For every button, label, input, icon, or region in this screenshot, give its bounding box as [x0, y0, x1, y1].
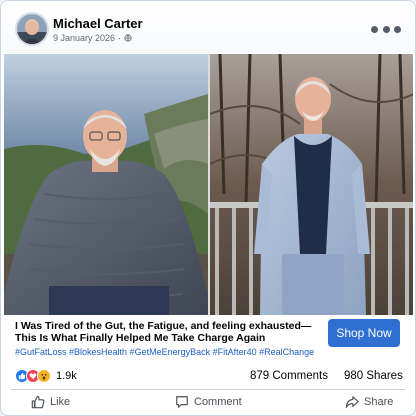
post-meta: 9 January 2026 · [53, 33, 132, 43]
post-card: Michael Carter 9 January 2026 · I Was Ti… [0, 0, 416, 416]
after-photo-illustration [209, 54, 413, 315]
avatar-image [17, 14, 47, 44]
more-dot [382, 25, 390, 33]
ad-headline[interactable]: I Was Tired of the Gut, the Fatigue, and… [15, 320, 315, 344]
divider [11, 389, 405, 390]
more-options-button[interactable] [371, 23, 401, 35]
before-photo [4, 54, 208, 315]
reactions-summary[interactable]: 1.9k [15, 369, 77, 383]
comment-button[interactable]: Comment [175, 392, 242, 412]
comment-label: Comment [194, 396, 242, 408]
post-actions: Like Comment Share [1, 391, 415, 413]
thumbs-up-icon [31, 395, 45, 409]
post-image[interactable] [4, 54, 413, 315]
comment-icon [176, 396, 188, 408]
engagement-stats: 1.9k 879 Comments 980 Shares [1, 364, 415, 388]
comments-count[interactable]: 879 Comments [250, 370, 328, 382]
wow-reaction-icon [37, 369, 51, 383]
more-dot [394, 25, 401, 33]
avatar[interactable] [15, 12, 49, 46]
author-name[interactable]: Michael Carter [53, 16, 143, 31]
share-icon [345, 396, 359, 408]
shop-now-button[interactable]: Shop Now [328, 319, 400, 347]
shares-count[interactable]: 980 Shares [344, 370, 403, 382]
post-date[interactable]: 9 January 2026 [53, 33, 115, 43]
share-label: Share [364, 396, 394, 408]
before-photo-illustration [4, 54, 208, 315]
globe-icon [124, 34, 132, 42]
hashtags[interactable]: #GutFatLoss #BlokesHealth #GetMeEnergyBa… [15, 347, 314, 357]
share-button[interactable]: Share [345, 392, 393, 412]
post-header: Michael Carter 9 January 2026 · [1, 1, 415, 53]
like-button[interactable]: Like [31, 392, 70, 412]
reaction-count: 1.9k [56, 370, 77, 382]
like-label: Like [50, 396, 71, 408]
after-photo [209, 54, 413, 315]
more-dots-icon [371, 25, 378, 33]
meta-separator: · [118, 33, 122, 43]
